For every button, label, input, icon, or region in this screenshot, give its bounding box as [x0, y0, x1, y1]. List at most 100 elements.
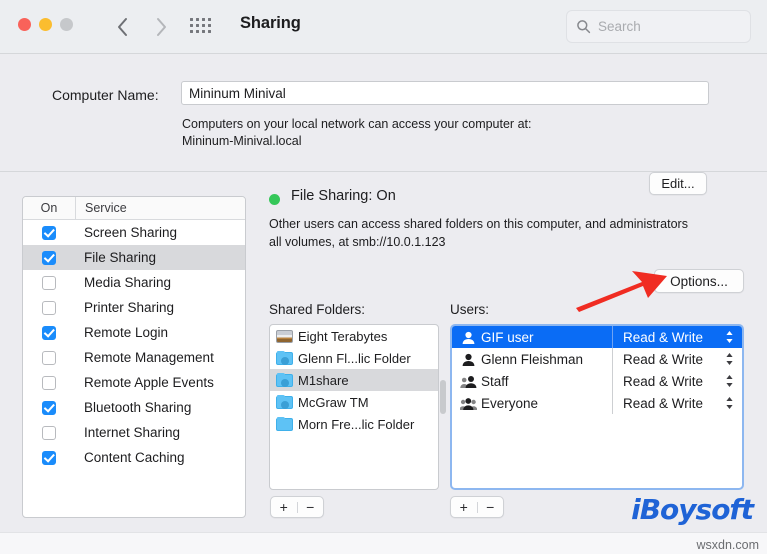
- remove-folder-button[interactable]: −: [298, 497, 324, 517]
- permission-popup[interactable]: Read & Write: [612, 392, 742, 414]
- service-row[interactable]: Remote Login: [23, 320, 245, 345]
- folder-icon: [276, 418, 293, 431]
- permission-popup[interactable]: Read & Write: [612, 348, 742, 370]
- service-row[interactable]: Bluetooth Sharing: [23, 395, 245, 420]
- user-label: Staff: [481, 374, 509, 389]
- remove-user-button[interactable]: −: [478, 497, 504, 517]
- service-row[interactable]: Internet Sharing: [23, 420, 245, 445]
- user-row[interactable]: Staff Read & Write: [452, 370, 742, 392]
- shared-folder-label: M1share: [298, 373, 349, 388]
- permission-label: Read & Write: [623, 330, 703, 345]
- service-row[interactable]: Screen Sharing: [23, 220, 245, 245]
- service-checkbox[interactable]: [42, 326, 56, 340]
- user-row[interactable]: Glenn FleishmanRead & Write: [452, 348, 742, 370]
- shared-folder-item[interactable]: McGraw TM: [270, 391, 438, 413]
- search-icon: [576, 19, 591, 34]
- shared-folders-list[interactable]: Eight Terabytes Glenn Fl...lic Folder M1sh…: [269, 324, 439, 490]
- window-toolbar: Sharing Search: [0, 0, 767, 54]
- services-list[interactable]: On Service Screen Sharing File Sharing Med…: [22, 196, 246, 518]
- service-checkbox[interactable]: [42, 276, 56, 290]
- two-users-icon: [460, 375, 477, 388]
- shared-folder-item[interactable]: M1share: [270, 369, 438, 391]
- chevron-updown-icon[interactable]: [725, 396, 734, 410]
- shared-folder-label: Glenn Fl...lic Folder: [298, 351, 411, 366]
- service-row[interactable]: Remote Apple Events: [23, 370, 245, 395]
- service-checkbox-cell: [23, 276, 75, 290]
- service-checkbox[interactable]: [42, 301, 56, 315]
- shared-folder-icon: [276, 396, 293, 409]
- service-label: Remote Login: [75, 325, 168, 340]
- permission-popup[interactable]: Read & Write: [612, 326, 742, 348]
- status-indicator-dot: [269, 194, 280, 205]
- permission-label: Read & Write: [623, 374, 703, 389]
- service-checkbox[interactable]: [42, 376, 56, 390]
- service-row[interactable]: Content Caching: [23, 445, 245, 470]
- search-placeholder: Search: [598, 19, 641, 34]
- services-column-service: Service: [75, 197, 245, 220]
- shared-folder-item[interactable]: Eight Terabytes: [270, 325, 438, 347]
- service-checkbox-cell: [23, 226, 75, 240]
- minimize-button[interactable]: [39, 18, 52, 31]
- service-row[interactable]: Printer Sharing: [23, 295, 245, 320]
- computer-name-field[interactable]: Mininum Minival: [181, 81, 709, 105]
- service-label: Remote Apple Events: [75, 375, 214, 390]
- footer-strip: [0, 532, 767, 554]
- single-user-icon: [460, 331, 477, 344]
- shared-folder-label: McGraw TM: [298, 395, 369, 410]
- service-checkbox[interactable]: [42, 401, 56, 415]
- services-list-header: On Service: [23, 197, 245, 220]
- computer-name-help: Computers on your local network can acce…: [182, 116, 632, 150]
- close-button[interactable]: [18, 18, 31, 31]
- service-checkbox-cell: [23, 251, 75, 265]
- service-checkbox[interactable]: [42, 426, 56, 440]
- service-row[interactable]: Remote Management: [23, 345, 245, 370]
- users-label: Users:: [450, 302, 489, 317]
- service-checkbox-cell: [23, 376, 75, 390]
- service-checkbox[interactable]: [42, 351, 56, 365]
- shared-folder-item[interactable]: Glenn Fl...lic Folder: [270, 347, 438, 369]
- users-list[interactable]: GIF userRead & WriteGlenn FleishmanRead …: [450, 324, 744, 490]
- computer-name-label: Computer Name:: [52, 87, 159, 103]
- computer-name-value: Mininum Minival: [189, 86, 286, 101]
- service-label: Remote Management: [75, 350, 214, 365]
- disk-icon: [276, 330, 293, 343]
- chevron-left-icon[interactable]: [112, 14, 134, 40]
- chevron-updown-icon[interactable]: [725, 352, 734, 366]
- file-sharing-description: Other users can access shared folders on…: [269, 215, 754, 251]
- users-add-remove[interactable]: + −: [450, 496, 504, 518]
- zoom-button[interactable]: [60, 18, 73, 31]
- permission-label: Read & Write: [623, 352, 703, 367]
- single-user-icon: [460, 353, 477, 366]
- add-user-button[interactable]: +: [451, 497, 477, 517]
- site-watermark: wsxdn.com: [696, 538, 759, 552]
- chevron-updown-icon[interactable]: [725, 374, 734, 388]
- service-row[interactable]: File Sharing: [23, 245, 245, 270]
- chevron-updown-icon[interactable]: [725, 330, 734, 344]
- show-all-grid-icon[interactable]: [190, 18, 212, 34]
- chevron-right-icon[interactable]: [150, 14, 172, 40]
- shared-folder-label: Eight Terabytes: [298, 329, 387, 344]
- service-label: Printer Sharing: [75, 300, 174, 315]
- section-divider: [0, 171, 767, 172]
- service-label: File Sharing: [75, 250, 156, 265]
- shared-folders-add-remove[interactable]: + −: [270, 496, 324, 518]
- user-name-cell: Staff: [452, 370, 612, 392]
- computer-name-section: Computer Name: Mininum Minival Computers…: [0, 54, 767, 172]
- sharing-preferences-window: Sharing Search Computer Name: Mininum Mi…: [0, 0, 767, 554]
- service-label: Media Sharing: [75, 275, 171, 290]
- add-folder-button[interactable]: +: [271, 497, 297, 517]
- shared-folder-item[interactable]: Morn Fre...lic Folder: [270, 413, 438, 435]
- service-checkbox[interactable]: [42, 451, 56, 465]
- service-row[interactable]: Media Sharing: [23, 270, 245, 295]
- edit-button[interactable]: Edit...: [649, 172, 707, 195]
- permission-popup[interactable]: Read & Write: [612, 370, 742, 392]
- service-checkbox[interactable]: [42, 251, 56, 265]
- service-checkbox[interactable]: [42, 226, 56, 240]
- service-checkbox-cell: [23, 326, 75, 340]
- user-row[interactable]: GIF userRead & Write: [452, 326, 742, 348]
- shared-folders-scrollbar[interactable]: [440, 380, 446, 414]
- search-input[interactable]: Search: [566, 10, 751, 43]
- user-row[interactable]: EveryoneRead & Write: [452, 392, 742, 414]
- shared-folder-label: Morn Fre...lic Folder: [298, 417, 414, 432]
- service-checkbox-cell: [23, 351, 75, 365]
